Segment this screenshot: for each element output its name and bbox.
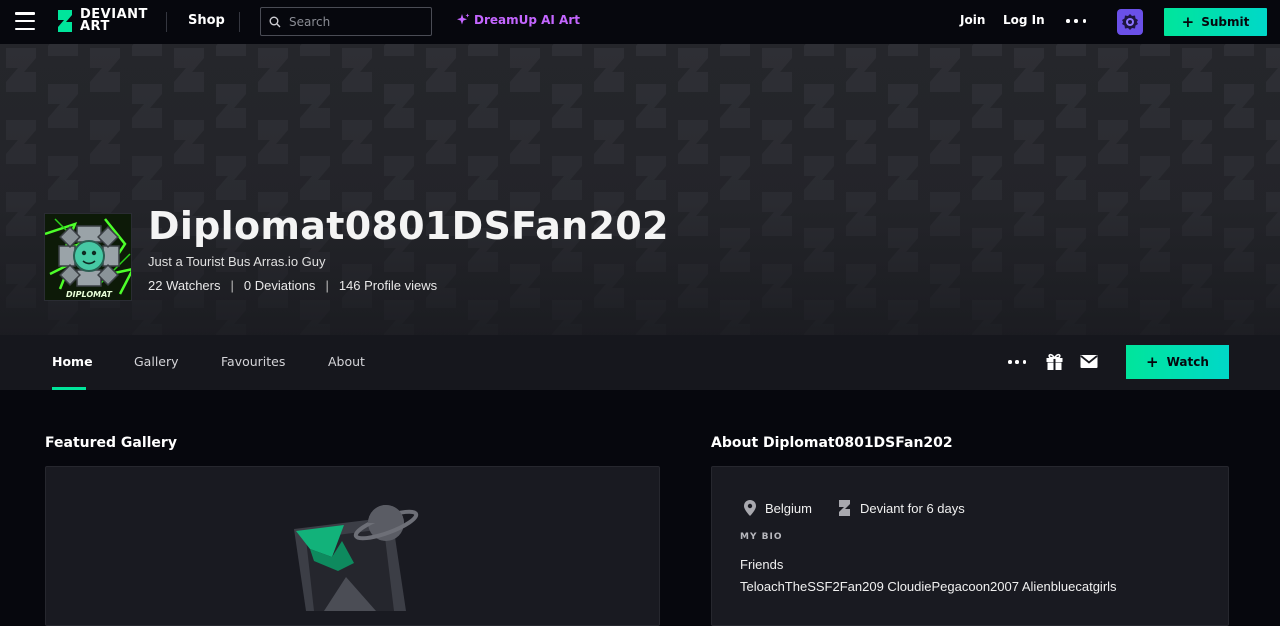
plus-icon: + bbox=[1181, 13, 1195, 31]
deviations-count[interactable]: 0 Deviations bbox=[244, 278, 316, 293]
location-pin-icon bbox=[744, 500, 756, 516]
sparkle-icon bbox=[457, 13, 470, 25]
search-box[interactable] bbox=[260, 7, 432, 36]
avatar-caption: DIPLOMAT bbox=[66, 290, 112, 299]
stats-separator: | bbox=[230, 278, 234, 293]
core-membership-button[interactable] bbox=[1117, 9, 1143, 35]
deviant-duration-text: Deviant for 6 days bbox=[859, 500, 965, 516]
tab-home[interactable]: Home bbox=[52, 354, 93, 369]
bio-heading: Friends bbox=[740, 557, 784, 572]
submit-button[interactable]: + Submit bbox=[1164, 8, 1267, 36]
stats-separator: | bbox=[325, 278, 329, 293]
login-link[interactable]: Log In bbox=[1003, 13, 1045, 27]
logo-line-2: ART bbox=[80, 19, 110, 34]
gear-badge-icon bbox=[1122, 14, 1138, 30]
search-input[interactable] bbox=[289, 14, 419, 29]
watchers-count[interactable]: 22 Watchers bbox=[148, 278, 221, 293]
featured-gallery-card bbox=[45, 466, 660, 626]
tab-gallery[interactable]: Gallery bbox=[134, 354, 179, 369]
join-link[interactable]: Join bbox=[960, 13, 985, 27]
profile-views-count: 146 Profile views bbox=[338, 278, 438, 293]
deviantart-logo[interactable]: DEVIANT ART bbox=[56, 8, 148, 34]
divider bbox=[239, 12, 240, 32]
tab-about[interactable]: About bbox=[328, 354, 365, 369]
shop-link[interactable]: Shop bbox=[188, 13, 225, 28]
hamburger-menu-icon[interactable] bbox=[15, 12, 35, 30]
top-navigation-bar: DEVIANT ART Shop DreamUp AI Art Join Log… bbox=[0, 0, 1280, 44]
mail-icon[interactable] bbox=[1080, 354, 1098, 369]
about-meta-row: Belgium Deviant for 6 days bbox=[744, 499, 965, 517]
profile-username: Diplomat0801DSFan202 bbox=[148, 204, 669, 248]
more-options-icon[interactable] bbox=[1066, 14, 1086, 28]
search-icon bbox=[269, 16, 281, 27]
avatar-image: DIPLOMAT bbox=[45, 214, 131, 300]
location-text: Belgium bbox=[765, 500, 812, 516]
deviant-duration: Deviant for 6 days bbox=[838, 499, 965, 517]
profile-more-options-icon[interactable] bbox=[1008, 360, 1026, 365]
dreamup-ai-art-link[interactable]: DreamUp AI Art bbox=[456, 13, 580, 27]
profile-stats: 22 Watchers | 0 Deviations | 146 Profile… bbox=[148, 278, 437, 293]
logo-wordmark: DEVIANT ART bbox=[80, 8, 148, 34]
profile-main-content: Featured Gallery About Diplomat0801DSFan… bbox=[0, 390, 1280, 626]
dreamup-label: DreamUp AI Art bbox=[474, 13, 581, 27]
tab-favourites[interactable]: Favourites bbox=[221, 354, 285, 369]
bio-text: TeloachTheSSF2Fan209 CloudiePegacoon2007… bbox=[740, 579, 1117, 594]
divider bbox=[166, 12, 167, 32]
profile-avatar[interactable]: DIPLOMAT bbox=[44, 213, 132, 301]
plus-icon: + bbox=[1146, 353, 1159, 371]
profile-tabs-bar: Home Gallery Favourites About + Watch bbox=[0, 335, 1280, 390]
featured-gallery-title: Featured Gallery bbox=[45, 435, 177, 451]
submit-label: Submit bbox=[1201, 15, 1250, 29]
deviantart-badge-icon bbox=[838, 500, 850, 516]
profile-tagline: Just a Tourist Bus Arras.io Guy bbox=[148, 254, 326, 269]
about-card: Belgium Deviant for 6 days MY BIO Friend… bbox=[711, 466, 1229, 626]
watch-label: Watch bbox=[1166, 355, 1209, 369]
about-section-title: About Diplomat0801DSFan202 bbox=[711, 435, 953, 451]
profile-banner: DIPLOMAT Diplomat0801DSFan202 Just a Tou… bbox=[0, 44, 1280, 335]
empty-gallery-illustration bbox=[294, 505, 419, 611]
bio-label: MY BIO bbox=[740, 532, 783, 542]
watch-button[interactable]: + Watch bbox=[1126, 345, 1229, 379]
gift-icon[interactable] bbox=[1045, 352, 1064, 371]
deviantart-logo-icon bbox=[58, 10, 72, 32]
